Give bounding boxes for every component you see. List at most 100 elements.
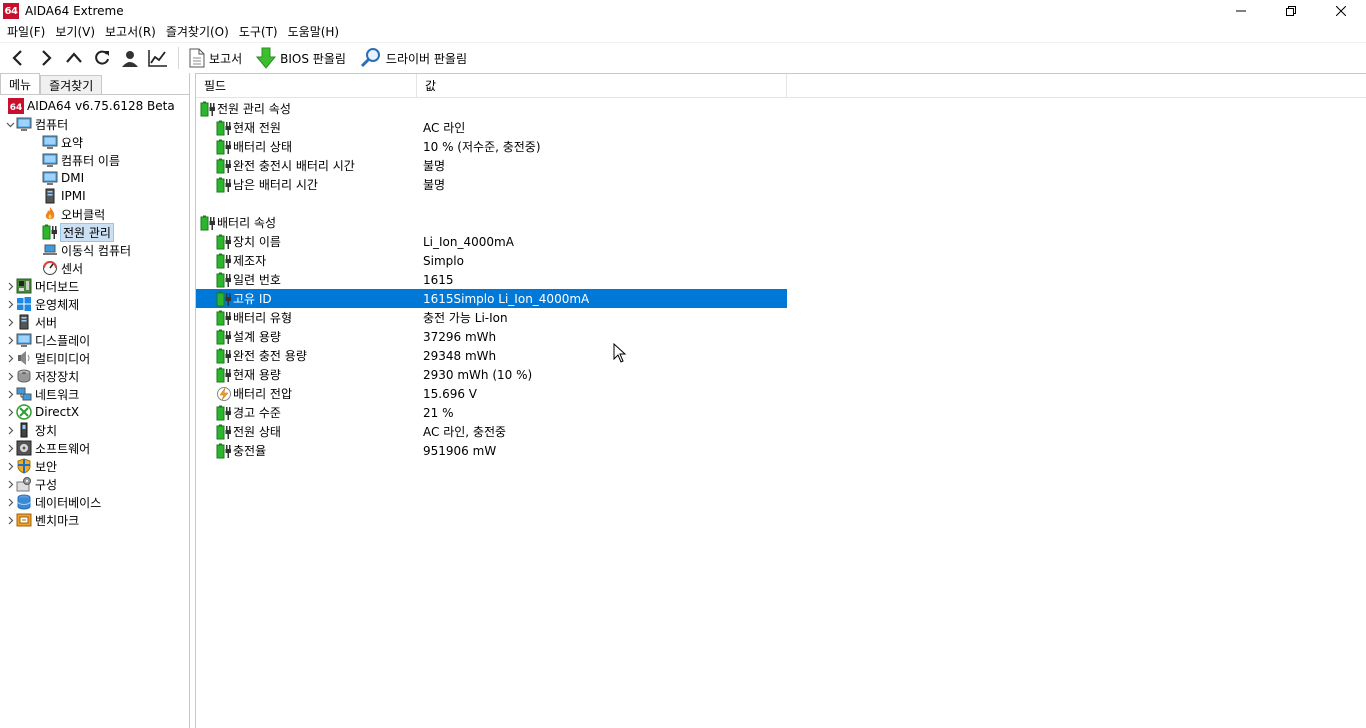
battery-plug-icon [216,272,232,288]
tree-item[interactable]: 장치 [0,421,189,439]
field-name: 완전 충전 용량 [233,349,307,363]
tree-item[interactable]: 서버 [0,313,189,331]
field-value: 불명 [423,159,446,173]
collapsed-chevron-icon[interactable] [4,493,16,511]
collapsed-chevron-icon[interactable] [4,385,16,403]
menu-item-5[interactable]: 도움말(H) [283,22,345,42]
monitor-icon [42,134,58,150]
collapsed-chevron-icon[interactable] [4,457,16,475]
close-button[interactable] [1316,0,1366,22]
tree-item-label: DirectX [35,405,80,419]
collapsed-chevron-icon[interactable] [4,421,16,439]
forward-button[interactable] [32,44,60,72]
tree-item[interactable]: 데이터베이스 [0,493,189,511]
collapsed-chevron-icon[interactable] [4,475,16,493]
property-row[interactable]: 설계 용량 37296 mWh [196,327,787,346]
property-row[interactable]: 전원 상태 AC 라인, 충전중 [196,422,787,441]
tree-item[interactable]: 네트워크 [0,385,189,403]
property-row[interactable]: 현재 용량 2930 mWh (10 %) [196,365,787,384]
tree-item[interactable]: 소프트웨어 [0,439,189,457]
property-row[interactable]: 배터리 전압 15.696 V [196,384,787,403]
field-value: 충전 가능 Li-Ion [423,311,508,325]
collapsed-chevron-icon[interactable] [4,439,16,457]
column-header-value[interactable]: 값 [417,74,787,98]
section-header[interactable]: 배터리 속성 [196,213,787,232]
menu-item-3[interactable]: 즐겨찾기(O) [161,22,234,42]
menu-item-1[interactable]: 보기(V) [50,22,100,42]
tree-item[interactable]: 컴퓨터 이름 [0,151,189,169]
collapsed-chevron-icon[interactable] [4,331,16,349]
tab-menu[interactable]: 메뉴 [0,73,41,94]
tree-item[interactable]: DMI [0,169,189,187]
tree-item[interactable]: 벤치마크 [0,511,189,529]
tree-item[interactable]: 운영체제 [0,295,189,313]
restore-button[interactable] [1266,0,1316,22]
field-name: 전원 상태 [233,425,281,439]
property-row[interactable]: 배터리 상태 10 % (저수준, 충전중) [196,137,787,156]
user-button[interactable] [116,44,144,72]
collapsed-chevron-icon[interactable] [4,313,16,331]
tree-item[interactable]: 센서 [0,259,189,277]
property-row[interactable]: 경고 수준 21 % [196,403,787,422]
expanded-chevron-icon[interactable] [4,115,16,133]
menu-item-4[interactable]: 도구(T) [234,22,283,42]
driver-update-button[interactable]: 드라이버 판올림 [356,44,471,72]
tree-item[interactable]: 저장장치 [0,367,189,385]
menu-item-0[interactable]: 파일(F) [2,22,50,42]
tab-favorites[interactable]: 즐겨찾기 [40,75,103,94]
up-button[interactable] [60,44,88,72]
tree-item-label: 오버클럭 [61,207,106,222]
property-row[interactable]: 완전 충전 용량 29348 mWh [196,346,787,365]
restore-icon [1286,6,1296,16]
collapsed-chevron-icon[interactable] [4,367,16,385]
property-row[interactable]: 고유 ID 1615Simplo Li_Ion_4000mA [196,289,787,308]
tree-item[interactable]: 머더보드 [0,277,189,295]
property-row[interactable]: 배터리 유형 충전 가능 Li-Ion [196,308,787,327]
tree-item[interactable]: 오버클럭 [0,205,189,223]
property-row[interactable]: 충전율 951906 mW [196,441,787,460]
minimize-button[interactable] [1216,0,1266,22]
tree-item[interactable]: 요약 [0,133,189,151]
property-row[interactable]: 장치 이름 Li_Ion_4000mA [196,232,787,251]
back-button[interactable] [4,44,32,72]
collapsed-chevron-icon[interactable] [4,277,16,295]
tree-item[interactable]: 보안 [0,457,189,475]
monitor-icon [42,170,58,186]
tree-item[interactable]: 전원 관리 [0,222,189,242]
tree-item-label: 이동식 컴퓨터 [61,243,132,258]
tree-item[interactable]: 이동식 컴퓨터 [0,241,189,259]
collapsed-chevron-icon[interactable] [4,349,16,367]
chart-button[interactable] [144,44,172,72]
tree-item[interactable]: 디스플레이 [0,331,189,349]
tree-item-label: 디스플레이 [35,333,91,348]
property-row[interactable]: 일련 번호 1615 [196,270,787,289]
collapsed-chevron-icon[interactable] [4,295,16,313]
tree-item[interactable]: 64 AIDA64 v6.75.6128 Beta [0,97,189,115]
tree-item[interactable]: IPMI [0,187,189,205]
field-name: 현재 전원 [233,121,281,135]
battery-plug-icon [216,120,232,136]
tree-item[interactable]: DirectX [0,403,189,421]
refresh-button[interactable] [88,44,116,72]
property-row[interactable]: 완전 충전시 배터리 시간 불명 [196,156,787,175]
section-header[interactable]: 전원 관리 속성 [196,99,787,118]
tree-item[interactable]: 구성 [0,475,189,493]
column-header-field[interactable]: 필드 [196,74,417,98]
field-value: 37296 mWh [423,329,497,344]
battery-plug-icon [216,405,232,421]
property-row[interactable]: 남은 배터리 시간 불명 [196,175,787,194]
bios-update-button[interactable]: BIOS 판올림 [252,44,350,72]
field-cell: 현재 전원 [196,119,417,136]
property-row[interactable]: 현재 전원 AC 라인 [196,118,787,137]
app-logo-icon: 64 [3,3,19,19]
report-button[interactable]: 보고서 [185,44,246,72]
line-chart-icon [148,50,167,67]
collapsed-chevron-icon[interactable] [4,511,16,529]
tree-item[interactable]: 컴퓨터 [0,115,189,133]
menu-item-2[interactable]: 보고서(R) [100,22,161,42]
tree-item[interactable]: 멀티미디어 [0,349,189,367]
collapsed-chevron-icon[interactable] [4,403,16,421]
field-value: 1615 [423,272,454,287]
property-row[interactable]: 제조자 Simplo [196,251,787,270]
